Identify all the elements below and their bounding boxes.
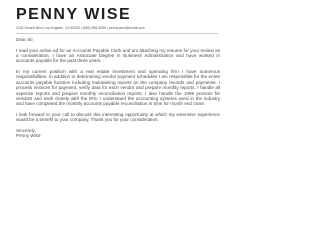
letter-body: Dear Sir, I read your online ad for an A… bbox=[16, 37, 220, 144]
body-paragraph-closing: I look forward to your call to discuss t… bbox=[16, 112, 220, 123]
signature-name: Penny Wise bbox=[16, 133, 41, 139]
body-paragraph-intro: I read your online ad for an Accounts Pa… bbox=[16, 47, 220, 64]
letterhead-contact-info: 1234 Sunset Blvd, Los Angeles, CA 90028 … bbox=[16, 26, 145, 30]
cover-letter-page: PENNY WISE 1234 Sunset Blvd, Los Angeles… bbox=[0, 0, 234, 216]
letterhead-divider bbox=[16, 33, 218, 34]
body-paragraph-experience: In my current position with a real estat… bbox=[16, 69, 220, 107]
letterhead-name: PENNY WISE bbox=[16, 6, 132, 23]
salutation: Dear Sir, bbox=[16, 37, 34, 42]
